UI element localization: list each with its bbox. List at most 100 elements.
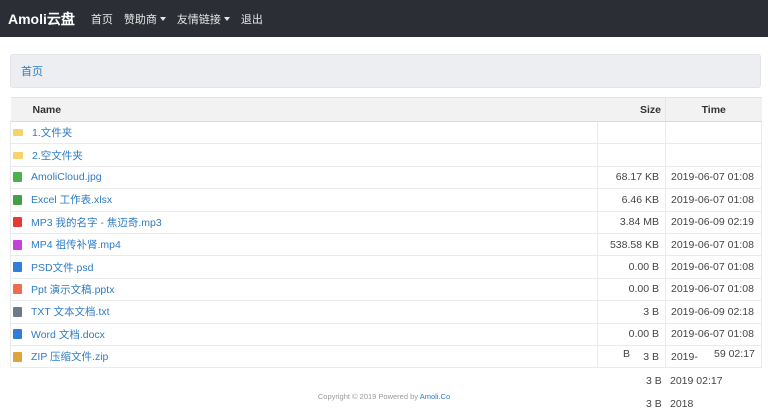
file-table-container: Name Size Time 1.文件夹 2.空文件夹 AmoliCloud.jpg… (10, 97, 762, 369)
file-name-link[interactable]: Word 文档.docx (31, 327, 105, 342)
nav-item-home[interactable]: 首页 (91, 11, 113, 27)
file-name-wrapper: ZIP 压缩文件.zip (13, 349, 597, 364)
file-time-cell: 2019-06-07 01:08 (665, 233, 762, 257)
overflow-size: B (623, 348, 631, 360)
file-name-wrapper: PSD文件.psd (13, 260, 597, 275)
file-name-link[interactable]: TXT 文本文档.txt (31, 304, 110, 319)
file-name-wrapper: Excel 工作表.xlsx (13, 192, 597, 207)
column-header-size[interactable]: Size (597, 97, 666, 122)
file-name-link[interactable]: Ppt 演示文稿.pptx (31, 282, 114, 297)
file-name-link[interactable]: MP3 我的名字 - 焦迈奇.mp3 (31, 215, 162, 230)
txt-file-icon (13, 306, 22, 317)
image-file-icon (13, 172, 22, 183)
file-time-cell: 2019-06-09 02:19 (665, 211, 762, 234)
table-row[interactable]: Word 文档.docx 0.00 B 2019-06-07 01:08 (10, 323, 762, 346)
table-row[interactable]: 2.空文件夹 (10, 143, 762, 167)
column-header-name[interactable]: Name (10, 97, 598, 122)
breadcrumb-home-link[interactable]: 首页 (21, 63, 43, 79)
nav-item-logout[interactable]: 退出 (241, 11, 263, 27)
file-time-cell: 2019-06-07 01:08 (665, 166, 762, 190)
table-row[interactable]: Excel 工作表.xlsx 6.46 KB 2019-06-07 01:08 (10, 188, 762, 212)
table-row[interactable]: TXT 文本文档.txt 3 B 2019-06-09 02:18 (10, 300, 762, 324)
file-name-cell: Excel 工作表.xlsx (10, 188, 598, 212)
file-time-cell: 2019-06-07 01:08 (665, 255, 762, 279)
word-file-icon (13, 329, 22, 340)
file-time-cell (665, 143, 762, 167)
file-name-link[interactable]: Excel 工作表.xlsx (31, 192, 112, 207)
file-time-cell: 2019-06-07 01:08 (665, 188, 762, 212)
table-row[interactable]: 1.文件夹 (10, 121, 762, 145)
overflow-time: 59 02:17 (714, 348, 755, 360)
file-size-cell: 0.00 B (597, 278, 666, 302)
file-size-cell: 3 B (597, 300, 666, 324)
breadcrumb: 首页 (10, 54, 761, 88)
file-name-wrapper: 2.空文件夹 (13, 148, 597, 163)
nav-item-sponsors[interactable]: 赞助商 (124, 11, 166, 27)
file-name-cell: 1.文件夹 (10, 121, 598, 145)
psd-file-icon (13, 262, 22, 273)
file-name-cell: ZIP 压缩文件.zip (10, 345, 598, 369)
file-name-cell: TXT 文本文档.txt (10, 300, 598, 324)
table-header-row: Name Size Time (10, 97, 762, 122)
excel-file-icon (13, 194, 22, 205)
file-name-cell: MP4 祖传补肾.mp4 (10, 233, 598, 257)
file-size-cell: 0.00 B (597, 323, 666, 346)
ppt-file-icon (13, 284, 22, 295)
file-name-link[interactable]: PSD文件.psd (31, 260, 93, 275)
table-row[interactable]: PSD文件.psd 0.00 B 2019-06-07 01:08 (10, 255, 762, 279)
table-row[interactable]: ZIP 压缩文件.zip 3 B 2019- (10, 345, 762, 369)
nav-item-friend-links[interactable]: 友情链接 (177, 11, 230, 27)
file-name-link[interactable]: 2.空文件夹 (32, 148, 83, 163)
file-size-cell: 6.46 KB (597, 188, 666, 212)
zip-file-icon (13, 351, 22, 362)
file-name-link[interactable]: ZIP 压缩文件.zip (31, 349, 108, 364)
file-time-cell: 2019-06-07 01:08 (665, 323, 762, 346)
nav-home-label: 首页 (90, 13, 113, 26)
file-name-cell: MP3 我的名字 - 焦迈奇.mp3 (10, 211, 598, 234)
file-time-cell (665, 121, 762, 145)
file-name-link[interactable]: MP4 祖传补肾.mp4 (31, 237, 121, 252)
file-size-cell: 0.00 B (597, 255, 666, 279)
file-name-link[interactable]: AmoliCloud.jpg (31, 171, 102, 183)
file-name-wrapper: MP3 我的名字 - 焦迈奇.mp3 (13, 215, 597, 230)
file-name-cell: Ppt 演示文稿.pptx (10, 278, 598, 302)
file-name-wrapper: TXT 文本文档.txt (13, 304, 597, 319)
file-name-cell: 2.空文件夹 (10, 143, 598, 167)
nav-logout-label: 退出 (240, 13, 263, 26)
file-name-wrapper: Ppt 演示文稿.pptx (13, 282, 597, 297)
table-row[interactable]: Ppt 演示文稿.pptx 0.00 B 2019-06-07 01:08 (10, 278, 762, 302)
nav-friend-links-label: 友情链接 (176, 13, 221, 26)
folder-icon (13, 151, 23, 159)
file-size-cell (597, 143, 666, 167)
file-time-cell: 2019-06-07 01:08 (665, 278, 762, 302)
top-navbar: Amoli云盘 首页 赞助商 友情链接 退出 (0, 0, 768, 37)
audio-file-icon (13, 217, 22, 228)
file-name-cell: Word 文档.docx (10, 323, 598, 346)
brand-logo[interactable]: Amoli云盘 (8, 9, 75, 29)
file-name-link[interactable]: 1.文件夹 (32, 125, 72, 140)
file-size-cell (597, 121, 666, 145)
file-name-cell: AmoliCloud.jpg (10, 166, 598, 190)
file-name-wrapper: AmoliCloud.jpg (13, 171, 597, 183)
folder-icon (13, 129, 23, 137)
footer-link[interactable]: Amoli.Co (420, 392, 450, 401)
file-name-wrapper: Word 文档.docx (13, 327, 597, 342)
file-size-cell: 3 B (597, 345, 666, 369)
nav-sponsors-label: 赞助商 (123, 13, 157, 26)
footer-copyright: Copyright © 2019 Powered by (317, 392, 420, 401)
file-name-wrapper: MP4 祖传补肾.mp4 (13, 237, 597, 252)
overflow-time: 2019 02:17 (670, 375, 723, 387)
caret-down-icon (223, 16, 230, 21)
file-list: 1.文件夹 2.空文件夹 AmoliCloud.jpg 68.17 KB 2019-06… (10, 121, 762, 369)
file-name-wrapper: 1.文件夹 (13, 125, 597, 140)
video-file-icon (13, 239, 22, 250)
table-row[interactable]: MP4 祖传补肾.mp4 538.58 KB 2019-06-07 01:08 (10, 233, 762, 257)
table-row[interactable]: AmoliCloud.jpg 68.17 KB 2019-06-07 01:08 (10, 166, 762, 190)
file-table: Name Size Time 1.文件夹 2.空文件夹 AmoliCloud.jpg… (10, 97, 762, 369)
file-name-cell: PSD文件.psd (10, 255, 598, 279)
file-size-cell: 68.17 KB (597, 166, 666, 190)
file-time-cell: 2019-06-09 02:18 (665, 300, 762, 324)
column-header-time[interactable]: Time (665, 97, 762, 122)
file-size-cell: 3.84 MB (597, 211, 666, 234)
table-row[interactable]: MP3 我的名字 - 焦迈奇.mp3 3.84 MB 2019-06-09 02:1… (10, 211, 762, 234)
